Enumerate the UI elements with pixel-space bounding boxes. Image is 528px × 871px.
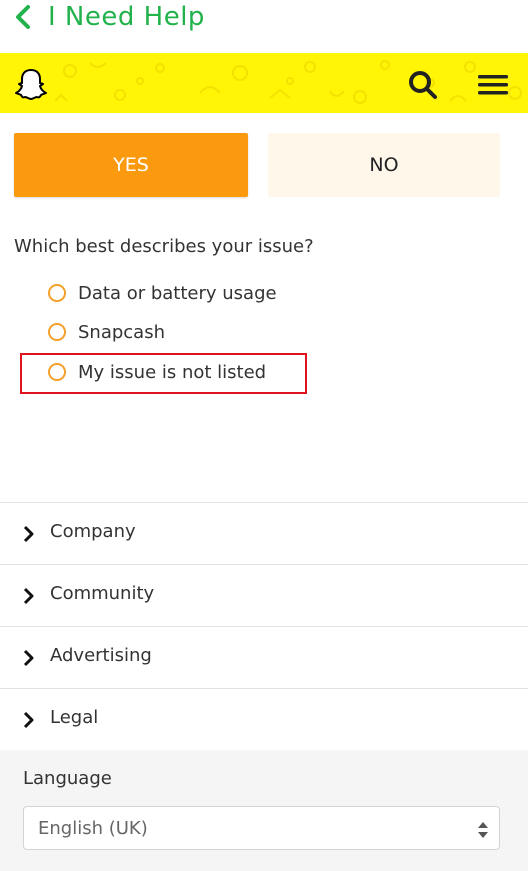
option-label: Snapcash [78,321,166,343]
footer-item-community[interactable]: Community [0,565,528,626]
radio-button[interactable] [48,284,66,302]
option-snapcash[interactable]: Snapcash [48,320,165,344]
footer-item-legal[interactable]: Legal [0,689,528,750]
chevron-left-icon[interactable] [12,4,34,30]
chevron-right-icon [23,525,34,543]
footer-item-label: Advertising [50,645,152,666]
top-header: I Need Help [0,0,528,52]
footer-item-label: Legal [50,707,99,728]
doodle-pattern [54,60,522,104]
select-arrows-icon [478,822,488,838]
footer-item-company[interactable]: Company [0,503,528,564]
chevron-right-icon [23,649,34,667]
language-select[interactable]: English (UK) [23,806,500,850]
radio-button[interactable] [48,323,66,341]
page-title: I Need Help [48,2,205,32]
language-select-value: English (UK) [38,818,148,839]
no-button[interactable]: NO [268,133,500,197]
language-section: Language English (UK) [0,750,528,871]
footer-item-label: Company [50,521,136,542]
footer-item-label: Community [50,583,155,604]
chevron-right-icon [23,587,34,605]
highlight-box [20,353,307,394]
snapchat-ghost-icon[interactable] [14,67,48,101]
chevron-right-icon [23,711,34,729]
issue-question: Which best describes your issue? [14,236,314,257]
option-data-battery[interactable]: Data or battery usage [48,281,277,305]
brand-bar [0,53,528,113]
footer-item-advertising[interactable]: Advertising [0,627,528,688]
yes-button[interactable]: YES [14,133,248,197]
search-icon[interactable] [408,70,438,100]
language-label: Language [23,768,112,789]
hamburger-menu-icon[interactable] [476,72,510,98]
option-label: Data or battery usage [78,282,277,304]
